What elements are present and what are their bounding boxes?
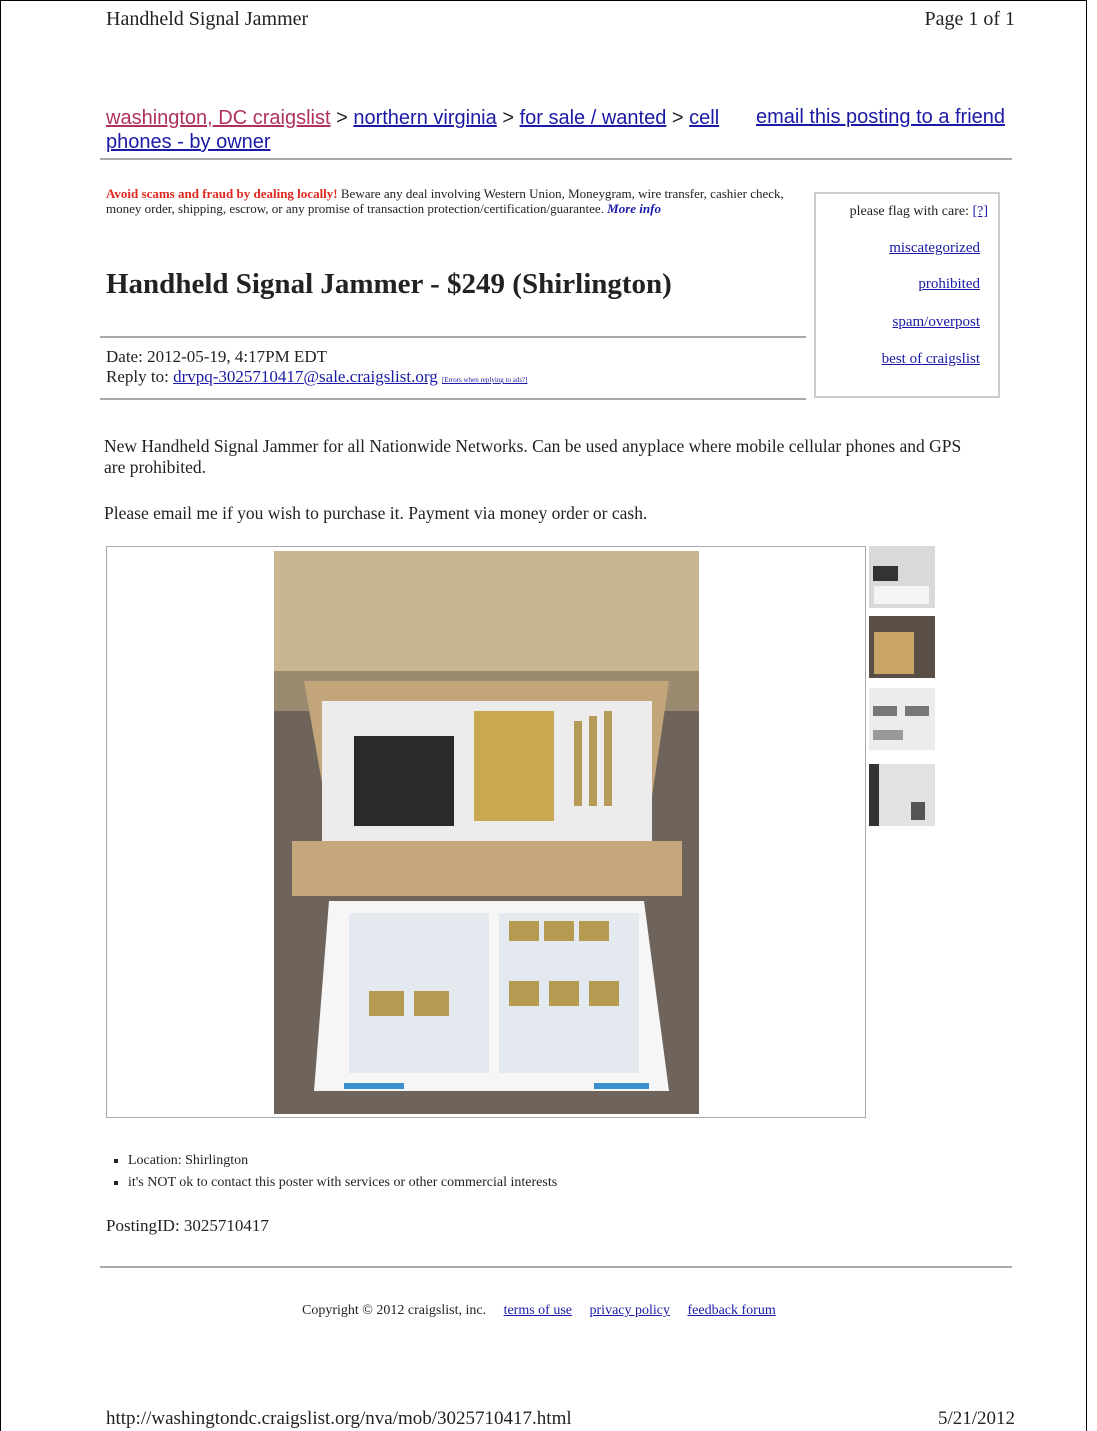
print-footer-date: 5/21/2012 [937,1408,1015,1429]
breadcrumb-category-link[interactable]: for sale / wanted [520,107,667,129]
flag-box-header: please flag with care: [?] [850,204,988,220]
reply-email-link[interactable]: drvpq-3025710417@sale.craigslist.org [173,367,438,386]
flag-spam-link[interactable]: spam/overpost [893,314,981,331]
scam-warning-bold: Avoid scams and fraud by dealing locally… [106,186,338,201]
print-footer-url: http://washingtondc.craigslist.org/nva/m… [106,1408,572,1429]
email-friend-link[interactable]: email this posting to a friend [756,106,1005,129]
breadcrumb-home-link[interactable]: washington, DC craigslist [106,107,331,129]
page-footer: Copyright © 2012 craigslist, inc. terms … [302,1303,776,1319]
breadcrumb-separator: > [502,107,515,129]
feedback-forum-link[interactable]: feedback forum [688,1303,776,1318]
thumbnail-image[interactable] [869,764,935,826]
posting-title: Handheld Signal Jammer - $249 (Shirlingt… [106,268,672,300]
divider [100,158,1012,160]
location-item: Location: Shirlington [128,1150,557,1172]
reply-label: Reply to: [106,367,174,386]
posting-meta: Date: 2012-05-19, 4:17PM EDT Reply to: d… [106,347,527,390]
posting-date: Date: 2012-05-19, 4:17PM EDT [106,347,327,366]
flag-best-of-link[interactable]: best of craigslist [882,351,980,368]
privacy-policy-link[interactable]: privacy policy [590,1303,670,1318]
flag-miscategorized-link[interactable]: miscategorized [889,240,980,257]
description-paragraph: New Handheld Signal Jammer for all Natio… [104,436,962,477]
more-info-link[interactable]: More info [607,201,661,216]
reply-help-link[interactable]: [Errors when replying to ads?] [442,376,528,384]
print-header-title: Handheld Signal Jammer [106,8,309,30]
breadcrumb-separator: > [671,107,684,129]
breadcrumb: washington, DC craigslist > northern vir… [106,106,746,154]
contact-notice-item: it's NOT ok to contact this poster with … [128,1172,557,1194]
terms-of-use-link[interactable]: terms of use [504,1303,572,1318]
divider [100,336,806,338]
breadcrumb-separator: > [336,107,348,129]
thumbnail-image[interactable] [869,616,935,678]
thumbnail-image[interactable] [869,688,935,750]
copyright-text: Copyright © 2012 craigslist, inc. [302,1303,487,1318]
flag-label: please flag with care: [849,204,969,219]
flag-prohibited-link[interactable]: prohibited [918,276,980,293]
description-paragraph: Please email me if you wish to purchase … [104,503,648,523]
posting-id: PostingID: 3025710417 [106,1216,269,1235]
flag-help-link[interactable]: [?] [972,204,988,219]
posting-attributes: Location: Shirlington it's NOT ok to con… [106,1150,557,1194]
reply-line: Reply to: drvpq-3025710417@sale.craigsli… [106,367,527,390]
main-product-photo[interactable] [274,551,699,1114]
divider [100,1266,1012,1268]
divider [100,398,806,400]
breadcrumb-region-link[interactable]: northern virginia [353,107,496,129]
scam-warning: Avoid scams and fraud by dealing locally… [106,186,806,216]
flag-box: please flag with care: [?] miscategorize… [814,192,1000,398]
print-header-page: Page 1 of 1 [924,8,1015,30]
thumbnail-image[interactable] [869,546,935,608]
image-viewer [106,546,866,1118]
